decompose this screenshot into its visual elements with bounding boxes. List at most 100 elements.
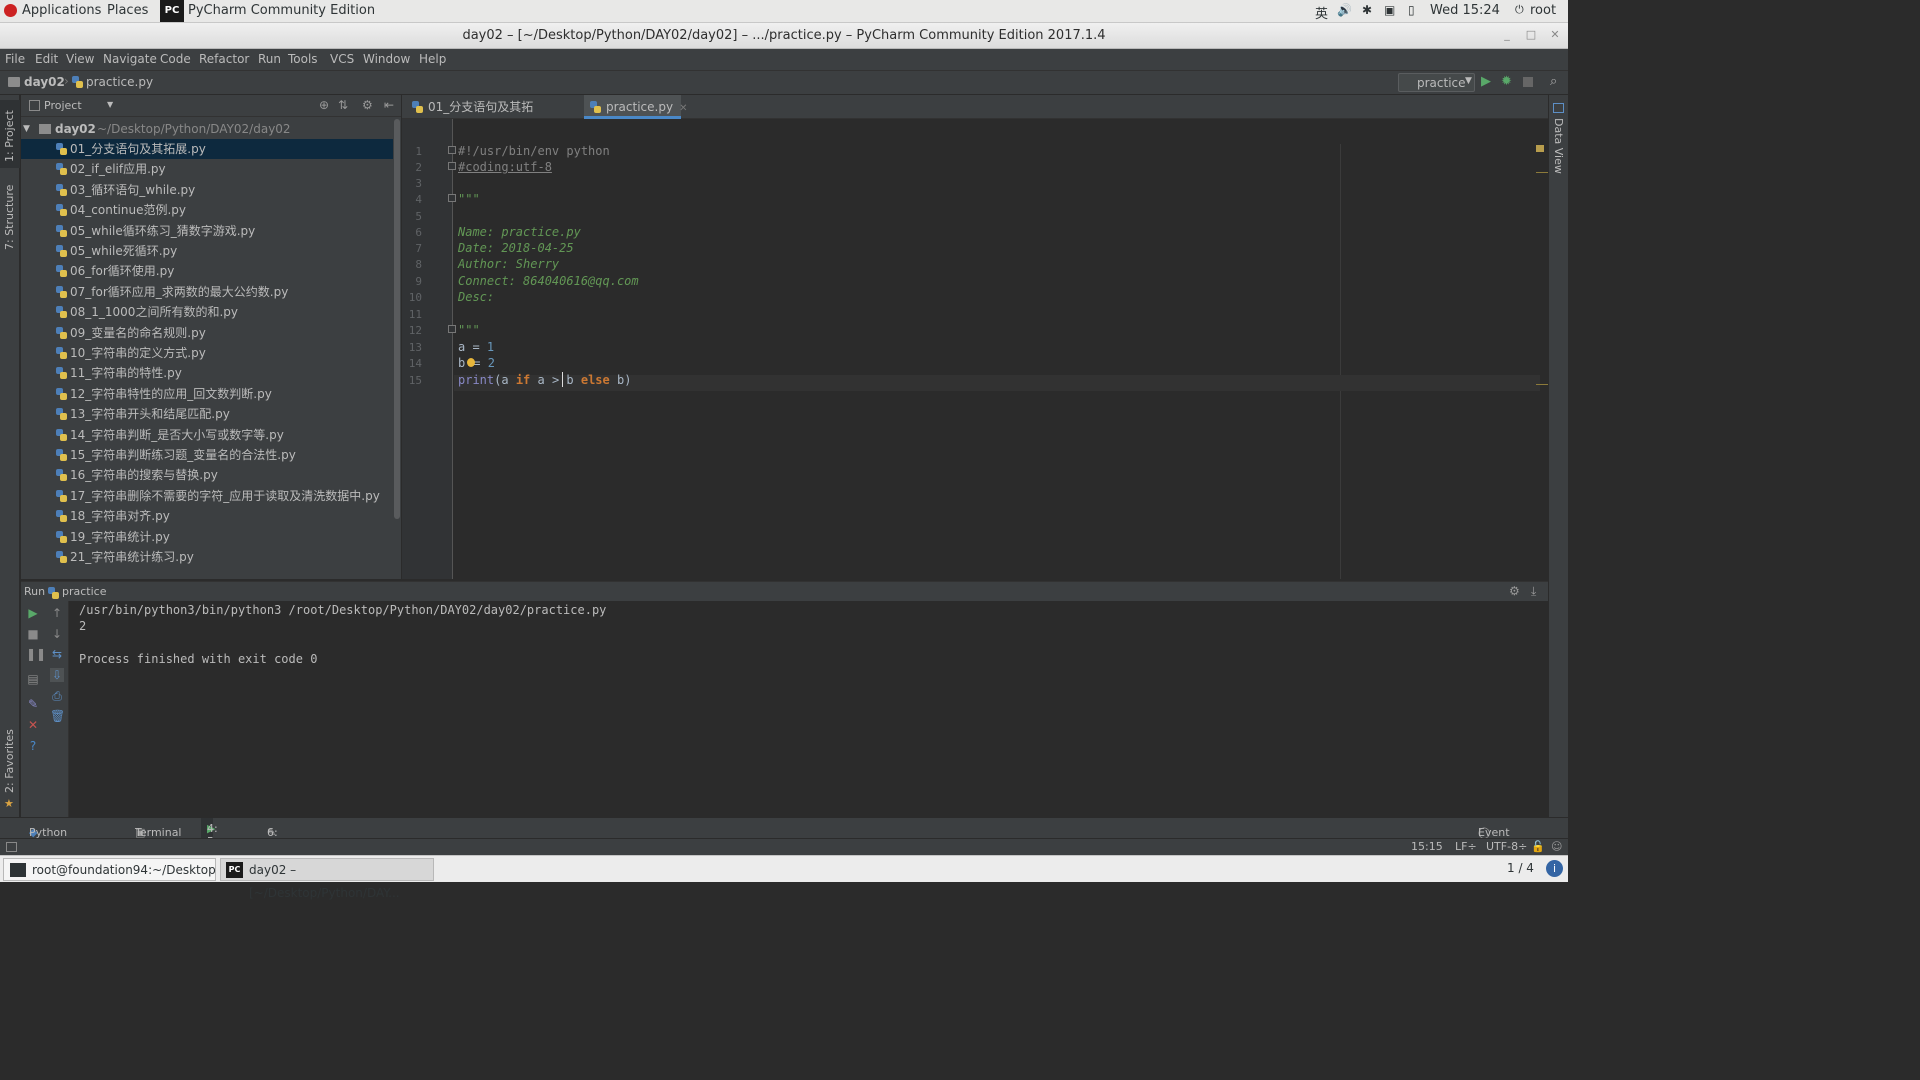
print-icon[interactable]: ⎙: [50, 689, 64, 703]
data-view-tool-tab[interactable]: Data View: [1549, 100, 1569, 174]
stop-icon[interactable]: ■: [26, 627, 40, 641]
tree-root[interactable]: ▼ day02 ~/Desktop/Python/DAY02/day02: [21, 119, 393, 139]
hide-panel-icon[interactable]: ⇤: [384, 98, 394, 112]
chevron-down-icon[interactable]: ▼: [107, 100, 113, 109]
input-method-indicator[interactable]: 英: [1315, 3, 1328, 22]
battery-icon[interactable]: ▯: [1408, 3, 1415, 17]
project-file-item[interactable]: 13_字符串开头和结尾匹配.py: [21, 404, 393, 424]
network-icon[interactable]: ▣: [1384, 3, 1395, 17]
stop-icon[interactable]: [1523, 77, 1533, 87]
run-console-output[interactable]: /usr/bin/python3/bin/python3 /root/Deskt…: [69, 601, 1548, 817]
arrow-down-icon[interactable]: ↓: [50, 627, 64, 641]
pin-icon[interactable]: ✎: [26, 697, 40, 711]
expand-arrow-icon[interactable]: ▼: [23, 119, 30, 139]
structure-tool-tab[interactable]: 7: Structure: [0, 180, 20, 255]
soft-wrap-icon[interactable]: ⇆: [50, 647, 64, 661]
fold-marker-icon[interactable]: [448, 325, 456, 333]
project-file-item[interactable]: 18_字符串对齐.py: [21, 506, 393, 526]
project-file-item[interactable]: 09_变量名的命名规则.py: [21, 323, 393, 343]
breadcrumb-project[interactable]: day02: [24, 75, 65, 89]
project-file-item[interactable]: 08_1_1000之间所有数的和.py: [21, 302, 393, 322]
run-config-dropdown[interactable]: practice ▼: [1398, 73, 1475, 92]
applications-menu[interactable]: Applications: [22, 3, 101, 18]
menu-file[interactable]: File: [5, 52, 25, 66]
restore-layout-icon[interactable]: ▤: [26, 672, 40, 686]
menu-vcs[interactable]: VCS: [330, 52, 354, 66]
error-stripe-marker[interactable]: [1536, 145, 1544, 152]
bluetooth-icon[interactable]: ✱: [1362, 3, 1372, 17]
project-file-item[interactable]: 15_字符串判断练习题_变量名的合法性.py: [21, 445, 393, 465]
user-menu[interactable]: root: [1530, 3, 1556, 18]
project-tool-tab[interactable]: 1: Project: [0, 100, 20, 168]
tab-file-01[interactable]: 01_分支语句及其拓展.py✕: [406, 95, 578, 138]
project-file-item[interactable]: 01_分支语句及其拓展.py: [21, 139, 393, 159]
project-file-item[interactable]: 02_if_elif应用.py: [21, 159, 393, 179]
fold-marker-icon[interactable]: [448, 146, 456, 154]
minimize-icon[interactable]: _: [1498, 28, 1516, 44]
run-tool-button[interactable]: ▶ 4: Run: [201, 818, 228, 848]
project-file-item[interactable]: 16_字符串的搜索与替换.py: [21, 465, 393, 485]
menu-window[interactable]: Window: [363, 52, 410, 66]
project-file-item[interactable]: 05_while死循环.py: [21, 241, 393, 261]
taskbar-pycharm-window[interactable]: PC day02 – [~/Desktop/Python/DAY...: [220, 858, 434, 900]
fold-marker-icon[interactable]: [448, 162, 456, 170]
close-tab-icon[interactable]: ✕: [679, 103, 687, 114]
close-icon[interactable]: ✕: [1546, 28, 1564, 44]
project-file-item[interactable]: 19_字符串统计.py: [21, 527, 393, 547]
project-file-item[interactable]: 05_while循环练习_猜数字游戏.py: [21, 221, 393, 241]
inspector-icon[interactable]: ☺: [1551, 840, 1562, 853]
line-separator[interactable]: LF÷: [1455, 840, 1477, 853]
debug-icon[interactable]: ✹: [1501, 74, 1512, 89]
project-file-item[interactable]: 14_字符串判断_是否大小写或数字等.py: [21, 425, 393, 445]
help-icon[interactable]: ?: [26, 739, 40, 753]
volume-icon[interactable]: 🔊: [1337, 3, 1352, 17]
search-icon[interactable]: ⌕: [1550, 74, 1557, 89]
code-editor[interactable]: 1 2 3 4 5 6 7 8 9 10 11 12 13 14 15 #!/usr/bin/env pyt…: [402, 119, 1548, 579]
clock[interactable]: Wed 15:24: [1430, 3, 1500, 18]
pause-icon[interactable]: ❚❚: [26, 647, 46, 661]
breadcrumb-file[interactable]: practice.py: [86, 75, 153, 89]
active-app-name[interactable]: PyCharm Community Edition: [188, 3, 375, 18]
notification-icon[interactable]: i: [1546, 860, 1563, 877]
project-file-item[interactable]: 04_continue范例.py: [21, 200, 393, 220]
workspace-indicator[interactable]: 1 / 4: [1507, 861, 1534, 875]
project-file-item[interactable]: 07_for循环应用_求两数的最大公约数.py: [21, 282, 393, 302]
project-file-item[interactable]: 03_循环语句_while.py: [21, 180, 393, 200]
project-file-item[interactable]: 17_字符串删除不需要的字符_应用于读取及清洗数据中.py: [21, 486, 393, 506]
close-icon[interactable]: ✕: [26, 718, 40, 732]
rerun-icon[interactable]: ▶: [26, 606, 40, 620]
tab-practice[interactable]: practice.py ✕: [584, 95, 687, 119]
maximize-icon[interactable]: □: [1522, 28, 1540, 44]
run-icon[interactable]: ▶: [1481, 74, 1491, 89]
project-view-selector[interactable]: Project: [44, 99, 82, 112]
project-scrollbar[interactable]: [394, 119, 400, 519]
collapse-all-icon[interactable]: ⇅: [338, 98, 348, 112]
menu-run[interactable]: Run: [258, 52, 281, 66]
lightbulb-icon[interactable]: [467, 358, 475, 367]
hide-panel-icon[interactable]: ⤓: [1531, 584, 1536, 599]
menu-view[interactable]: View: [66, 52, 94, 66]
project-file-item[interactable]: 12_字符串特性的应用_回文数判断.py: [21, 384, 393, 404]
scroll-to-end-icon[interactable]: ⇩: [50, 668, 64, 682]
gear-icon[interactable]: ⚙: [362, 98, 373, 112]
menu-edit[interactable]: Edit: [35, 52, 58, 66]
project-file-item[interactable]: 06_for循环使用.py: [21, 261, 393, 281]
menu-navigate[interactable]: Navigate: [103, 52, 157, 66]
tool-windows-toggle-icon[interactable]: [6, 842, 17, 852]
project-file-item[interactable]: 10_字符串的定义方式.py: [21, 343, 393, 363]
menu-code[interactable]: Code: [160, 52, 191, 66]
taskbar-terminal-window[interactable]: root@foundation94:~/Desktop: [3, 858, 216, 881]
trash-icon[interactable]: 🗑: [50, 709, 65, 723]
places-menu[interactable]: Places: [107, 3, 148, 18]
menu-refactor[interactable]: Refactor: [199, 52, 249, 66]
project-file-item[interactable]: 11_字符串的特性.py: [21, 363, 393, 383]
menu-help[interactable]: Help: [419, 52, 446, 66]
file-encoding[interactable]: UTF-8÷: [1486, 840, 1527, 853]
favorites-tool-tab[interactable]: 2: Favorites ★: [0, 729, 20, 815]
scroll-from-source-icon[interactable]: ⊕: [319, 98, 329, 112]
caret-position[interactable]: 15:15: [1411, 840, 1443, 853]
run-config-name[interactable]: practice: [62, 585, 106, 598]
gear-icon[interactable]: ⚙: [1509, 584, 1520, 598]
arrow-up-icon[interactable]: ↑: [50, 606, 64, 620]
lock-icon[interactable]: 🔓: [1531, 840, 1545, 853]
